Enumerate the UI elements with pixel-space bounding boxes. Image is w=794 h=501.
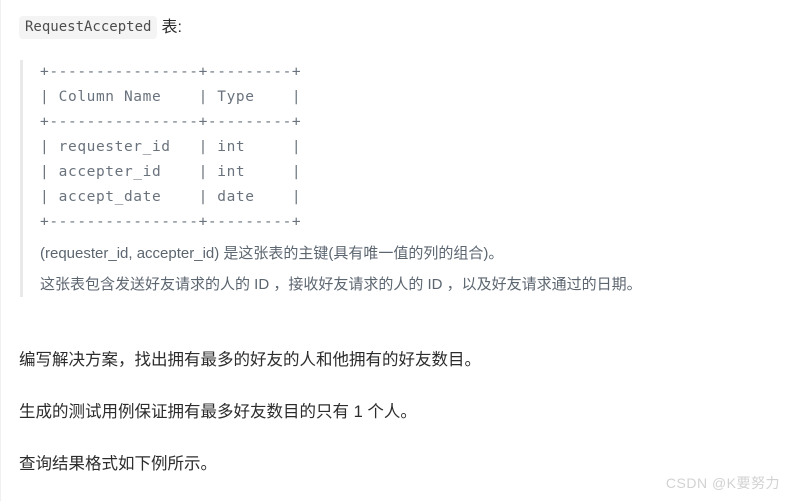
table-heading: RequestAccepted 表: (19, 16, 182, 39)
problem-paragraph-guarantee: 生成的测试用例保证拥有最多好友数目的只有 1 个人。 (19, 403, 417, 421)
problem-paragraph-format: 查询结果格式如下例所示。 (19, 455, 217, 473)
csdn-watermark: CSDN @K要努力 (665, 475, 780, 491)
table-heading-suffix: 表: (161, 19, 182, 36)
schema-ascii-table: +----------------+---------+ | Column Na… (40, 64, 302, 230)
problem-statement: 编写解决方案，找出拥有最多的好友的人和他拥有的好友数目。 生成的测试用例保证拥有… (19, 348, 775, 476)
schema-blockquote: +----------------+---------+ | Column Na… (20, 60, 780, 297)
problem-paragraph-task: 编写解决方案，找出拥有最多的好友的人和他拥有的好友数目。 (19, 351, 481, 369)
table-name-code-badge: RequestAccepted (19, 16, 158, 39)
table-description-note: 这张表包含发送好友请求的人的 ID ，接收好友请求的人的 ID ，以及好友请求通… (40, 276, 642, 293)
primary-key-note: (requester_id, accepter_id) 是这张表的主键(具有唯一… (40, 245, 504, 262)
document-page: RequestAccepted 表: +----------------+----… (0, 0, 794, 501)
